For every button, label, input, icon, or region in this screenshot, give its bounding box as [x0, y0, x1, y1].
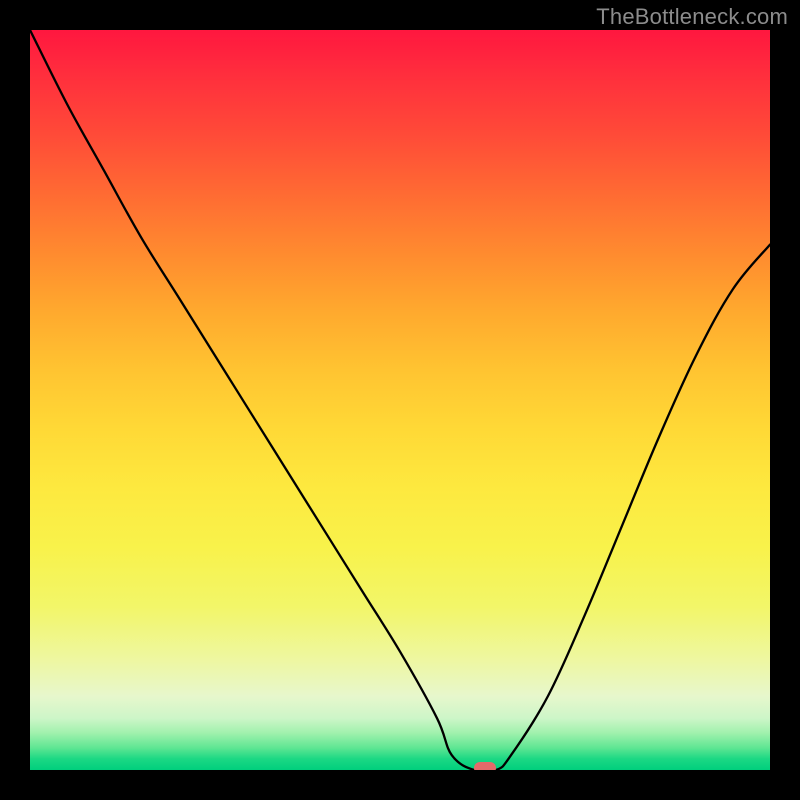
plot-area [30, 30, 770, 770]
bottleneck-curve [30, 30, 770, 770]
minimum-marker [474, 762, 496, 770]
chart-frame: TheBottleneck.com [0, 0, 800, 800]
curve-path [30, 30, 770, 770]
watermark-text: TheBottleneck.com [596, 4, 788, 30]
